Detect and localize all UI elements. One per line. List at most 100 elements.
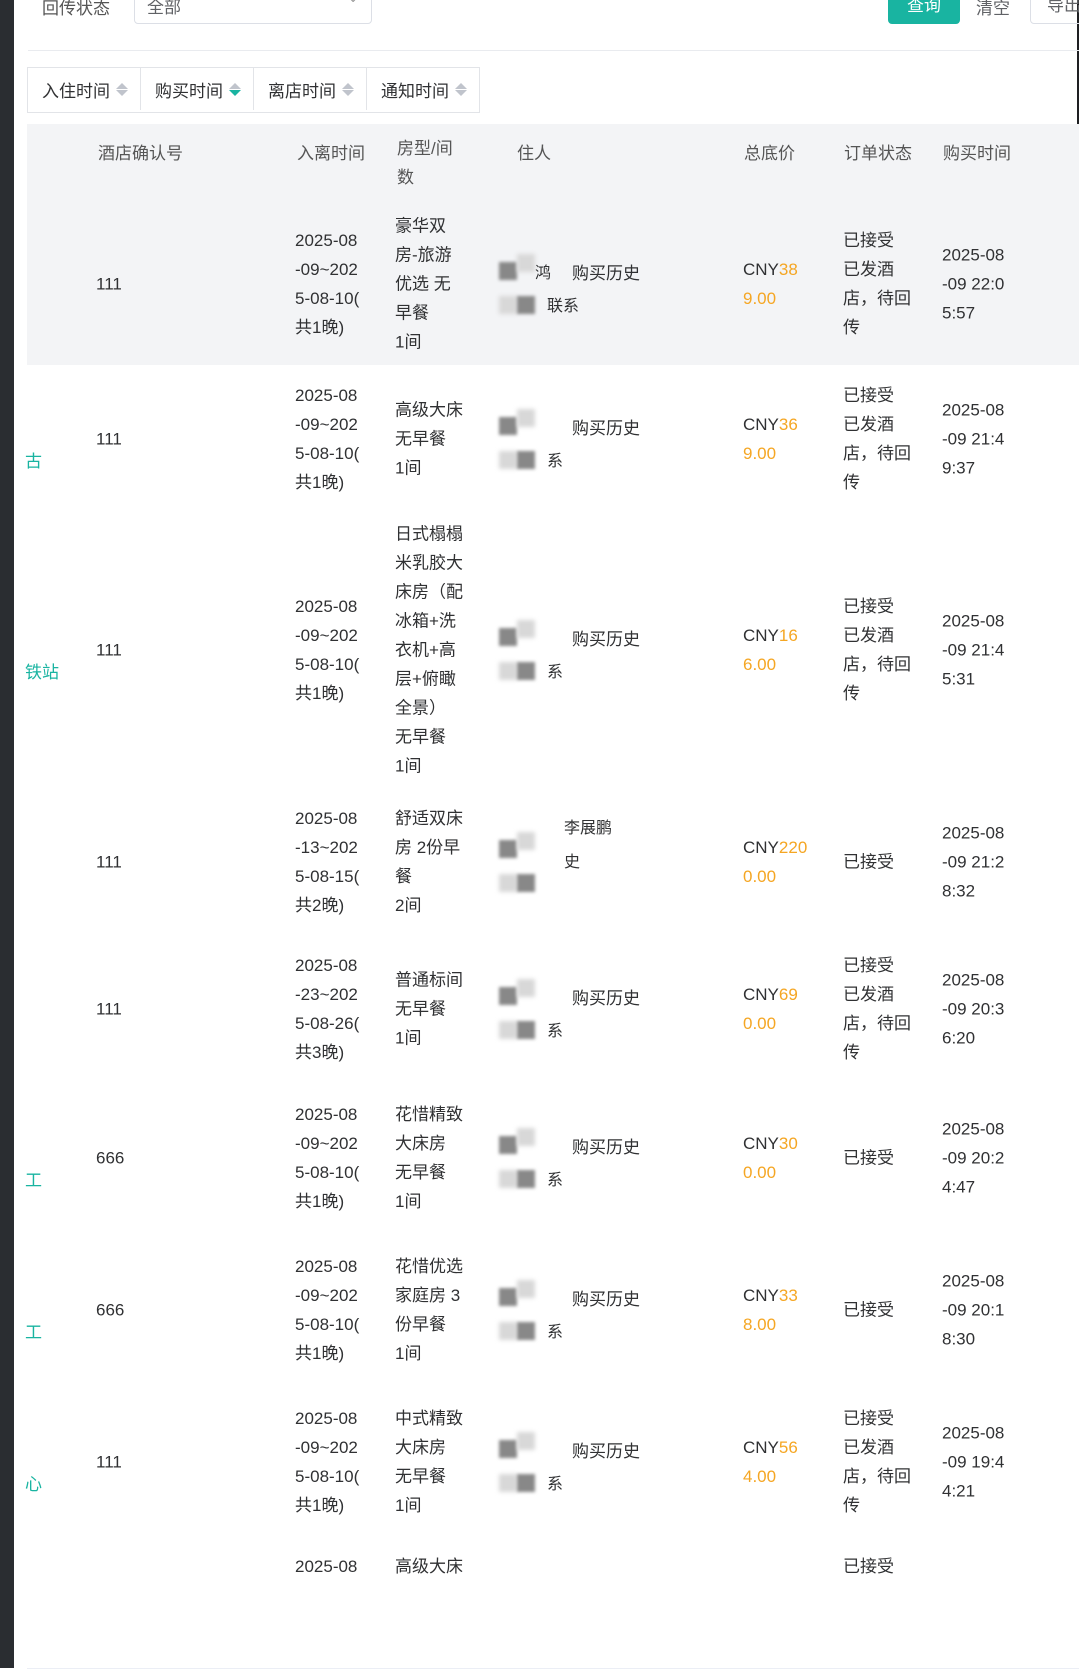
room-line: 1间 (395, 1344, 422, 1363)
room-line: 大床房 (395, 1438, 446, 1457)
table-row[interactable]: 2025-08 高级大床 已接受 (27, 1538, 1079, 1669)
date-line: -13~202 (295, 837, 358, 857)
room-type-cell: 花惜精致 大床房 无早餐 1间 (395, 1100, 467, 1216)
room-line: 无早餐 (395, 429, 446, 448)
status-line: 已接受 (843, 1557, 894, 1576)
clear-button[interactable]: 清空 (976, 0, 1010, 19)
table-row[interactable]: 111 2025-08 -23~202 5-08-26(共3晚) 普通标间 无早餐 1间 系购… (27, 935, 1079, 1083)
table-row[interactable]: 古 111 2025-08 -09~202 5-08-10(共1晚) 高级大床 无早餐 1间 系… (25, 365, 1079, 513)
table-row[interactable]: 工 666 2025-08 -09~202 5-08-10(共1晚) 花惜精致 大床房 无早餐… (25, 1082, 1079, 1235)
price-line: CNY36 (743, 410, 798, 439)
status-line: 已接受 (843, 597, 894, 616)
price-currency: CNY (743, 1134, 779, 1153)
date-line: -09~202 (295, 1134, 358, 1153)
time-line: -09 21:4 (942, 429, 1005, 448)
room-type-cell: 豪华双 房-旅游 优选 无早餐 1间 (395, 211, 467, 356)
room-line: 1间 (395, 1496, 422, 1515)
guest-name-fragment: 鸿 (535, 264, 552, 282)
purchase-time-cell: 2025-08 -09 20:1 8:30 (942, 1267, 1004, 1354)
price-amount: 16 (778, 626, 798, 645)
query-button[interactable]: 查询 (888, 0, 960, 24)
sort-checkin-label: 入住时间 (42, 81, 110, 101)
time-line: -09 20:3 (942, 999, 1005, 1018)
room-line: 1间 (395, 756, 422, 776)
purchase-history-link[interactable]: 购买历史 (572, 1437, 640, 1462)
room-line: 早餐 (395, 303, 429, 322)
date-line: -09~202 (295, 259, 358, 279)
sort-arrows-icon (455, 82, 467, 96)
date-line: 2025-08 (295, 597, 358, 616)
date-line: 2025-08 (295, 808, 358, 828)
purchase-time-cell: 2025-08 -09 21:4 9:37 (942, 395, 1004, 482)
table-row[interactable]: 铁站 111 2025-08 -09~202 5-08-10(共1晚) 日式榻榻 米乳胶大床… (25, 512, 1079, 789)
status-line: 传 (843, 472, 860, 492)
blurred-guest-name (499, 1322, 517, 1340)
status-line: 已发酒 (843, 414, 894, 434)
purchase-history-link[interactable]: 购买历史 (572, 1133, 640, 1158)
room-type-cell: 日式榻榻 米乳胶大 床房（配 冰箱+洗 衣机+高 层+俯瞰 全景） 无早餐 1间 (395, 520, 467, 781)
price-amount: 4.00 (743, 1467, 777, 1486)
table-row[interactable]: 心 111 2025-08 -09~202 5-08-10(共1晚) 中式精致 大床房 无早餐… (25, 1386, 1079, 1539)
price-amount: 36 (778, 414, 798, 434)
room-line: 舒适双床 (395, 808, 463, 828)
room-line: 份早餐 (395, 1315, 446, 1334)
date-line: 2025-08 (295, 1257, 358, 1276)
price-amount: 6.00 (743, 655, 777, 674)
sort-purchase-button[interactable]: 购买时间 (141, 68, 254, 110)
price-line: CNY220 (743, 833, 807, 862)
purchase-history-link[interactable]: 购买历史 (572, 984, 640, 1009)
total-price-cell: CNY220 0.00 (743, 833, 807, 891)
date-line: 2025-08 (295, 1105, 358, 1124)
sort-checkout-button[interactable]: 离店时间 (254, 68, 367, 110)
total-price-cell: CNY30 0.00 (743, 1129, 798, 1187)
date-line: 共1晚) (295, 317, 345, 337)
status-line: 传 (843, 684, 860, 703)
blurred-guest-name (517, 662, 535, 680)
chevron-down-icon: ⌄ (347, 0, 359, 6)
time-line: 2025-08 (942, 611, 1005, 631)
table-row[interactable]: 111 2025-08 -09~202 5-08-10(共1晚) 豪华双 房-旅游 优选 无… (27, 202, 1079, 366)
room-line: 家庭房 3 (395, 1286, 461, 1305)
blurred-guest-name (517, 1474, 535, 1492)
status-line: 已接受 (843, 385, 894, 405)
date-line: -09~202 (295, 1438, 358, 1457)
time-line: 2025-08 (942, 245, 1005, 264)
blurred-guest-name (499, 1020, 517, 1039)
date-line: 2025-08 (295, 1409, 358, 1428)
export-button[interactable]: 导出 (1030, 0, 1079, 24)
table-row[interactable]: 工 666 2025-08 -09~202 5-08-10(共1晚) 花惜优选 家庭房 3 份… (25, 1234, 1079, 1387)
room-line: 高级大床 (395, 400, 463, 419)
room-line: 床房（配 (395, 582, 463, 602)
date-line: 共1晚) (295, 1344, 345, 1363)
room-line: 无早餐 (395, 1467, 446, 1486)
status-filter-value: 全部 (147, 0, 181, 17)
total-price-cell: CNY69 0.00 (743, 980, 798, 1038)
sort-arrows-icon (116, 82, 128, 96)
order-status-cell: 已接受 已发酒 店，待回传 (843, 226, 911, 342)
price-amount: 30 (778, 1134, 798, 1153)
date-line: -09~202 (295, 1286, 358, 1305)
blurred-guest-name (517, 831, 535, 850)
blurred-guest-name (517, 253, 535, 272)
status-filter-select[interactable]: 全部 ⌄ (134, 0, 372, 24)
blurred-guest-name (517, 1432, 535, 1450)
sort-notify-button[interactable]: 通知时间 (367, 68, 479, 110)
blurred-guest-name (499, 1170, 517, 1188)
room-line: 日式榻榻 (395, 524, 463, 544)
purchase-history-link[interactable]: 购买历史 (572, 259, 640, 284)
purchase-history-link[interactable]: 购买历史 (572, 1285, 640, 1310)
purchase-history-link[interactable]: 购买历史 (572, 625, 640, 650)
price-currency: CNY (743, 414, 779, 434)
row-left-text: 工 (25, 1323, 42, 1342)
sort-checkin-button[interactable]: 入住时间 (28, 68, 141, 110)
status-line: 传 (843, 317, 860, 337)
stay-dates-cell: 2025-08 -23~202 5-08-26(共3晚) (295, 951, 359, 1067)
purchase-history-link[interactable]: 购买历史 (572, 414, 640, 439)
price-amount: 9.00 (743, 288, 777, 308)
date-line: 共1晚) (295, 684, 345, 703)
price-amount: 220 (778, 837, 808, 857)
stay-dates-cell: 2025-08 -09~202 5-08-10(共1晚) (295, 1404, 359, 1520)
table-row[interactable]: 111 2025-08 -13~202 5-08-15(共2晚) 舒适双床房 2份早餐 2… (27, 788, 1079, 936)
status-line: 已接受 (843, 230, 894, 250)
blurred-guest-name (499, 1136, 517, 1154)
